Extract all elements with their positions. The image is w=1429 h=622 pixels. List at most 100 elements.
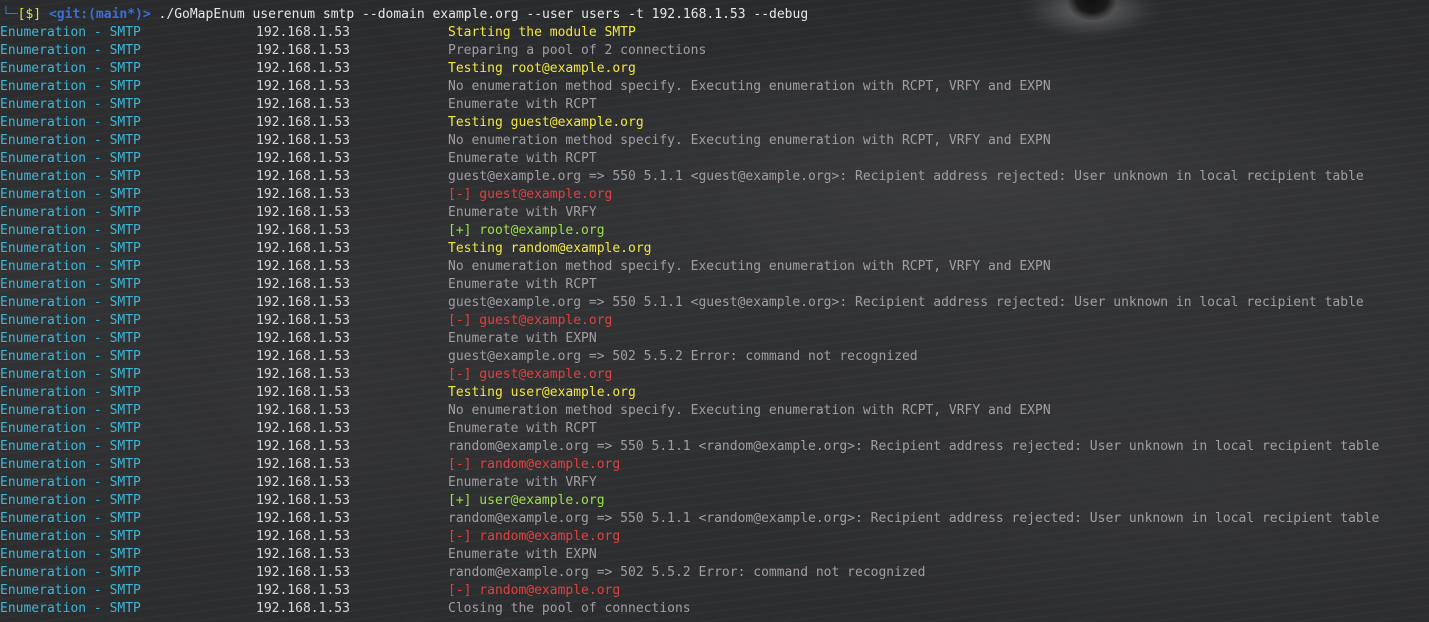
- log-message: guest@example.org => 550 5.1.1 <guest@ex…: [448, 169, 1364, 184]
- log-line: Enumeration - SMTP 192.168.1.53 Enumerate …: [0, 474, 1429, 492]
- log-line: Enumeration - SMTP 192.168.1.53 No enumera…: [0, 78, 1429, 96]
- log-module: Enumeration - SMTP: [0, 97, 141, 112]
- log-module: Enumeration - SMTP: [0, 529, 141, 544]
- log-message: Starting the module SMTP: [448, 25, 636, 40]
- log-message: [+] root@example.org: [448, 223, 605, 238]
- log-target-ip: 192.168.1.53: [256, 187, 350, 202]
- log-target-ip: 192.168.1.53: [256, 133, 350, 148]
- log-module: Enumeration - SMTP: [0, 331, 141, 346]
- log-module: Enumeration - SMTP: [0, 79, 141, 94]
- log-line: Enumeration - SMTP 192.168.1.53 Enumerate …: [0, 420, 1429, 438]
- log-module: Enumeration - SMTP: [0, 565, 141, 580]
- log-message: Testing random@example.org: [448, 241, 652, 256]
- log-line: Enumeration - SMTP 192.168.1.53 guest@exam…: [0, 294, 1429, 312]
- log-target-ip: 192.168.1.53: [256, 439, 350, 454]
- log-message: No enumeration method specify. Executing…: [448, 79, 1051, 94]
- log-line: Enumeration - SMTP 192.168.1.53 guest@exam…: [0, 348, 1429, 366]
- log-message: No enumeration method specify. Executing…: [448, 259, 1051, 274]
- log-target-ip: 192.168.1.53: [256, 205, 350, 220]
- log-target-ip: 192.168.1.53: [256, 565, 350, 580]
- log-message: No enumeration method specify. Executing…: [448, 133, 1051, 148]
- log-message: guest@example.org => 550 5.1.1 <guest@ex…: [448, 295, 1364, 310]
- log-message: Enumerate with RCPT: [448, 277, 597, 292]
- log-message: random@example.org => 550 5.1.1 <random@…: [448, 511, 1380, 526]
- log-target-ip: 192.168.1.53: [256, 295, 350, 310]
- log-message: Enumerate with RCPT: [448, 151, 597, 166]
- log-module: Enumeration - SMTP: [0, 43, 141, 58]
- log-module: Enumeration - SMTP: [0, 367, 141, 382]
- log-module: Enumeration - SMTP: [0, 61, 141, 76]
- command-prompt-line: └─[$] <git:(main*)> ./GoMapEnum userenum…: [2, 6, 808, 24]
- log-message: [-] guest@example.org: [448, 367, 613, 382]
- command-text: ./GoMapEnum userenum smtp --domain examp…: [158, 7, 809, 22]
- log-module: Enumeration - SMTP: [0, 115, 141, 130]
- log-module: Enumeration - SMTP: [0, 169, 141, 184]
- log-module: Enumeration - SMTP: [0, 583, 141, 598]
- log-message: Enumerate with VRFY: [448, 205, 597, 220]
- log-module: Enumeration - SMTP: [0, 403, 141, 418]
- log-line: Enumeration - SMTP 192.168.1.53 No enumera…: [0, 132, 1429, 150]
- log-target-ip: 192.168.1.53: [256, 259, 350, 274]
- terminal-output[interactable]: └─[$] <git:(main*)> ./GoMapEnum userenum…: [0, 0, 1429, 622]
- log-line: Enumeration - SMTP 192.168.1.53 [+] root@e…: [0, 222, 1429, 240]
- log-target-ip: 192.168.1.53: [256, 367, 350, 382]
- log-target-ip: 192.168.1.53: [256, 61, 350, 76]
- git-branch-label: <git:(main*)>: [48, 7, 151, 22]
- log-module: Enumeration - SMTP: [0, 205, 141, 220]
- log-message: Preparing a pool of 2 connections: [448, 43, 707, 58]
- log-module: Enumeration - SMTP: [0, 475, 141, 490]
- log-message: [-] random@example.org: [448, 457, 621, 472]
- log-module: Enumeration - SMTP: [0, 313, 141, 328]
- log-target-ip: 192.168.1.53: [256, 475, 350, 490]
- log-line: Enumeration - SMTP 192.168.1.53 Enumerate …: [0, 96, 1429, 114]
- log-message: Testing root@example.org: [448, 61, 636, 76]
- log-line: Enumeration - SMTP 192.168.1.53 Enumerate …: [0, 276, 1429, 294]
- log-module: Enumeration - SMTP: [0, 547, 141, 562]
- log-target-ip: 192.168.1.53: [256, 349, 350, 364]
- log-module: Enumeration - SMTP: [0, 511, 141, 526]
- log-message: guest@example.org => 502 5.5.2 Error: co…: [448, 349, 918, 364]
- log-message: Closing the pool of connections: [448, 601, 691, 616]
- prompt-status: [$]: [17, 7, 42, 22]
- log-line: Enumeration - SMTP 192.168.1.53 Preparing …: [0, 42, 1429, 60]
- log-line: Enumeration - SMTP 192.168.1.53 [-] random…: [0, 528, 1429, 546]
- log-target-ip: 192.168.1.53: [256, 403, 350, 418]
- log-line: Enumeration - SMTP 192.168.1.53 Testing us…: [0, 384, 1429, 402]
- log-module: Enumeration - SMTP: [0, 277, 141, 292]
- log-target-ip: 192.168.1.53: [256, 43, 350, 58]
- log-line: Enumeration - SMTP 192.168.1.53 [-] random…: [0, 582, 1429, 600]
- log-target-ip: 192.168.1.53: [256, 547, 350, 562]
- log-line: Enumeration - SMTP 192.168.1.53 Starting t…: [0, 24, 1429, 42]
- log-target-ip: 192.168.1.53: [256, 385, 350, 400]
- log-line: Enumeration - SMTP 192.168.1.53 random@exa…: [0, 510, 1429, 528]
- log-module: Enumeration - SMTP: [0, 25, 141, 40]
- log-line: Enumeration - SMTP 192.168.1.53 Enumerate …: [0, 330, 1429, 348]
- log-module: Enumeration - SMTP: [0, 295, 141, 310]
- log-target-ip: 192.168.1.53: [256, 115, 350, 130]
- log-target-ip: 192.168.1.53: [256, 313, 350, 328]
- log-target-ip: 192.168.1.53: [256, 457, 350, 472]
- log-message: [-] guest@example.org: [448, 187, 613, 202]
- log-module: Enumeration - SMTP: [0, 349, 141, 364]
- log-target-ip: 192.168.1.53: [256, 511, 350, 526]
- log-message: Enumerate with RCPT: [448, 97, 597, 112]
- log-target-ip: 192.168.1.53: [256, 421, 350, 436]
- log-target-ip: 192.168.1.53: [256, 601, 350, 616]
- log-message: [+] user@example.org: [448, 493, 605, 508]
- log-module: Enumeration - SMTP: [0, 151, 141, 166]
- prompt-corner-glyph: └─: [2, 7, 18, 22]
- log-target-ip: 192.168.1.53: [256, 241, 350, 256]
- log-target-ip: 192.168.1.53: [256, 493, 350, 508]
- log-message: Enumerate with EXPN: [448, 331, 597, 346]
- log-target-ip: 192.168.1.53: [256, 151, 350, 166]
- log-message: [-] random@example.org: [448, 529, 621, 544]
- log-target-ip: 192.168.1.53: [256, 583, 350, 598]
- log-line: Enumeration - SMTP 192.168.1.53 guest@exam…: [0, 168, 1429, 186]
- log-line: Enumeration - SMTP 192.168.1.53 No enumera…: [0, 258, 1429, 276]
- log-line: Enumeration - SMTP 192.168.1.53 [-] random…: [0, 456, 1429, 474]
- log-line: Enumeration - SMTP 192.168.1.53 Testing gu…: [0, 114, 1429, 132]
- log-message: Enumerate with VRFY: [448, 475, 597, 490]
- log-line: Enumeration - SMTP 192.168.1.53 Enumerate …: [0, 150, 1429, 168]
- log-module: Enumeration - SMTP: [0, 241, 141, 256]
- log-module: Enumeration - SMTP: [0, 259, 141, 274]
